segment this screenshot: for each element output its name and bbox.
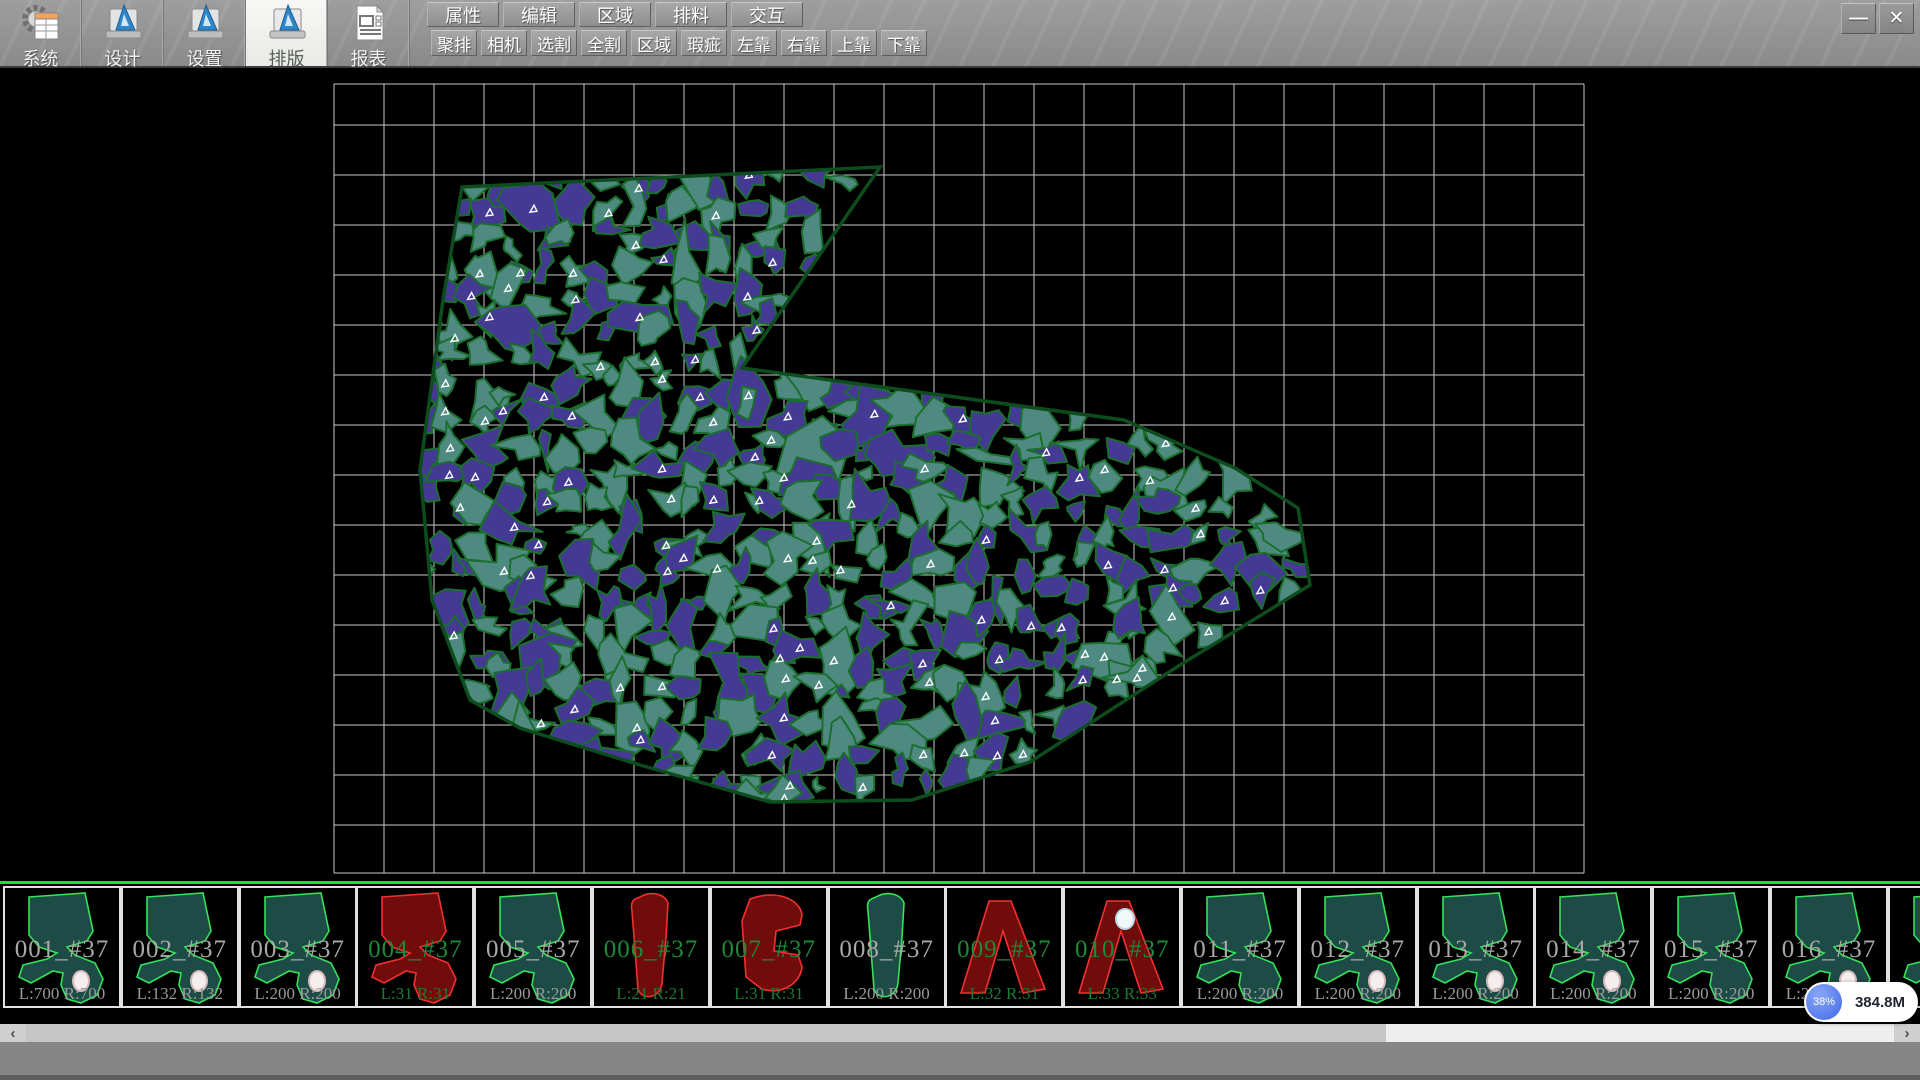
close-button[interactable]: ✕ bbox=[1879, 3, 1914, 34]
ruler-laptop-icon bbox=[103, 3, 143, 43]
mode-toolbar: 系统 设计 bbox=[0, 0, 410, 66]
tool-bar: 聚排相机选割全割区域瑕疵左靠右靠上靠下靠 bbox=[431, 30, 927, 56]
part-lr-label: L:700 R:700 bbox=[5, 984, 119, 1004]
mode-button-design[interactable]: 设计 bbox=[82, 0, 164, 66]
part-id-label: 010_#37 bbox=[1065, 936, 1179, 964]
part-lr-label: L:200 R:200 bbox=[476, 984, 590, 1004]
part-id-label: 003_#37 bbox=[241, 936, 355, 964]
tool-button-5[interactable]: 瑕疵 bbox=[681, 30, 727, 56]
part-thumbnail-12[interactable]: 012_#37 L:200 R:200 bbox=[1299, 886, 1417, 1008]
menu-button-3[interactable]: 排料 bbox=[655, 2, 727, 27]
part-thumbnail-10[interactable]: 010_#37 L:33 R:33 bbox=[1063, 886, 1181, 1008]
part-lr-label: L:200 R:200 bbox=[241, 984, 355, 1004]
ruler-laptop-icon bbox=[267, 3, 307, 43]
mode-button-report[interactable]: 报表 bbox=[328, 0, 410, 66]
part-id-label: 012_#37 bbox=[1301, 936, 1415, 964]
horizontal-scrollbar[interactable]: ‹ › bbox=[0, 1024, 1920, 1042]
tool-button-9[interactable]: 下靠 bbox=[881, 30, 927, 56]
nesting-canvas[interactable] bbox=[0, 68, 1920, 881]
part-lr-label: L:33 R:33 bbox=[1065, 984, 1179, 1004]
menu-bar: 属性编辑区域排料交互 bbox=[427, 2, 803, 27]
part-thumbnail-3[interactable]: 003_#37 L:200 R:200 bbox=[239, 886, 357, 1008]
scrollbar-thumb[interactable] bbox=[26, 1024, 1386, 1042]
part-lr-label: L:200 R:200 bbox=[1301, 984, 1415, 1004]
part-lr-label: L:200 R:200 bbox=[1536, 984, 1650, 1004]
application-window: 系统 设计 bbox=[0, 0, 1920, 1080]
tool-button-6[interactable]: 左靠 bbox=[731, 30, 777, 56]
nested-pieces bbox=[391, 140, 1316, 829]
status-bar bbox=[0, 1042, 1920, 1080]
part-id-label: 015_#37 bbox=[1654, 936, 1768, 964]
mode-button-nesting[interactable]: 排版 bbox=[246, 0, 328, 66]
part-id-label: 002_#37 bbox=[123, 936, 237, 964]
part-thumbnail-1[interactable]: 001_#37 L:700 R:700 bbox=[3, 886, 121, 1008]
part-thumbnail-8[interactable]: 008_#37 L:200 R:200 bbox=[828, 886, 946, 1008]
part-id-label: 006_#37 bbox=[594, 936, 708, 964]
part-thumbnail-11[interactable]: 011_#37 L:200 R:200 bbox=[1181, 886, 1299, 1008]
part-lr-label: L:31 R:31 bbox=[358, 984, 472, 1004]
part-lr-label: L:31 R:31 bbox=[712, 984, 826, 1004]
menu-button-0[interactable]: 属性 bbox=[427, 2, 499, 27]
mode-button-system[interactable]: 系统 bbox=[0, 0, 82, 66]
part-thumbnail-2[interactable]: 002_#37 L:132 R:132 bbox=[121, 886, 239, 1008]
parts-strip: 001_#37 L:700 R:700002_#37 L:132 R:132003_… bbox=[0, 881, 1920, 1024]
progress-ring: 38% bbox=[1806, 984, 1842, 1020]
part-id-label: 016_#37 bbox=[1772, 936, 1886, 964]
part-id-label: 005_#37 bbox=[476, 936, 590, 964]
title-bar: 系统 设计 bbox=[0, 0, 1920, 68]
tool-button-3[interactable]: 全割 bbox=[581, 30, 627, 56]
part-thumbnail-6[interactable]: 006_#37 L:21 R:21 bbox=[592, 886, 710, 1008]
part-lr-label: L:200 R:200 bbox=[1419, 984, 1533, 1004]
part-thumbnail-5[interactable]: 005_#37 L:200 R:200 bbox=[474, 886, 592, 1008]
menu-button-2[interactable]: 区域 bbox=[579, 2, 651, 27]
tool-button-1[interactable]: 相机 bbox=[481, 30, 527, 56]
ruler-laptop-icon bbox=[185, 3, 225, 43]
strip-separator bbox=[0, 881, 1920, 884]
scroll-right-button[interactable]: › bbox=[1894, 1024, 1920, 1042]
report-icon bbox=[349, 3, 389, 43]
part-thumbnail-13[interactable]: 013_#37 L:200 R:200 bbox=[1417, 886, 1535, 1008]
memory-value: 384.8M bbox=[1842, 994, 1918, 1011]
mode-button-settings[interactable]: 设置 bbox=[164, 0, 246, 66]
menu-button-1[interactable]: 编辑 bbox=[503, 2, 575, 27]
part-thumbnail-7[interactable]: 007_#37 L:31 R:31 bbox=[710, 886, 828, 1008]
tool-button-8[interactable]: 上靠 bbox=[831, 30, 877, 56]
part-id-label: 011_#37 bbox=[1183, 936, 1297, 964]
tool-button-4[interactable]: 区域 bbox=[631, 30, 677, 56]
tool-button-7[interactable]: 右靠 bbox=[781, 30, 827, 56]
part-lr-label: L:200 R:200 bbox=[830, 984, 944, 1004]
part-thumbnail-9[interactable]: 009_#37 L:32 R:31 bbox=[945, 886, 1063, 1008]
part-id-label: 004_#37 bbox=[358, 936, 472, 964]
part-lr-label: L:21 R:21 bbox=[594, 984, 708, 1004]
part-id-label: 001_#37 bbox=[5, 936, 119, 964]
part-lr-label: L:32 R:31 bbox=[947, 984, 1061, 1004]
part-id-label: 014_#37 bbox=[1536, 936, 1650, 964]
memory-badge[interactable]: 38% 384.8M bbox=[1804, 982, 1918, 1022]
part-lr-label: L:200 R:200 bbox=[1183, 984, 1297, 1004]
menu-button-4[interactable]: 交互 bbox=[731, 2, 803, 27]
part-lr-label: L:132 R:132 bbox=[123, 984, 237, 1004]
part-id-label: 008_#37 bbox=[830, 936, 944, 964]
part-thumbnail-15[interactable]: 015_#37 L:200 R:200 bbox=[1652, 886, 1770, 1008]
part-id-label: 0 bbox=[1890, 936, 1920, 964]
minimize-button[interactable]: — bbox=[1841, 3, 1876, 34]
gear-table-icon bbox=[21, 3, 61, 43]
tool-button-2[interactable]: 选割 bbox=[531, 30, 577, 56]
window-controls: — ✕ bbox=[1841, 3, 1914, 34]
scroll-left-button[interactable]: ‹ bbox=[0, 1024, 26, 1042]
part-lr-label: L:200 R:200 bbox=[1654, 984, 1768, 1004]
tool-button-0[interactable]: 聚排 bbox=[431, 30, 477, 56]
part-id-label: 013_#37 bbox=[1419, 936, 1533, 964]
part-thumbnail-14[interactable]: 014_#37 L:200 R:200 bbox=[1534, 886, 1652, 1008]
part-thumbnail-4[interactable]: 004_#37 L:31 R:31 bbox=[356, 886, 474, 1008]
part-id-label: 009_#37 bbox=[947, 936, 1061, 964]
part-id-label: 007_#37 bbox=[712, 936, 826, 964]
